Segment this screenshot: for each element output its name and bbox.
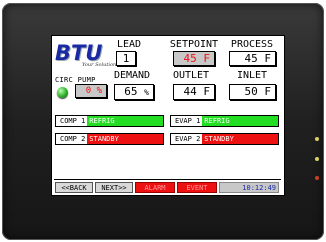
logo-tagline: Your Solution	[82, 62, 117, 68]
green-indicator-light-icon	[57, 87, 68, 98]
process-field: 45 F	[229, 51, 276, 66]
run-led-icon	[315, 137, 319, 141]
comp-2-state: STANDBY	[87, 134, 163, 144]
lead-label: LEAD	[116, 39, 142, 50]
outlet-unit: F	[203, 85, 210, 98]
demand-value: 65	[124, 85, 138, 98]
divider	[54, 179, 281, 180]
comp-1-status: COMP 1 REFRIG	[55, 115, 164, 127]
setpoint-value: 45	[183, 52, 197, 65]
event-button[interactable]: EVENT	[177, 182, 217, 193]
circ-pump-field[interactable]: 0 %	[75, 84, 107, 98]
outlet-field: 44 F	[173, 84, 215, 100]
bottom-nav: <<BACK NEXT>> ALARM EVENT 10:12:49	[55, 182, 281, 193]
comp-2-name: COMP 2	[56, 134, 88, 144]
next-button[interactable]: NEXT>>	[95, 182, 133, 193]
lead-value-text: 1	[122, 52, 130, 65]
logo-text: BTU	[55, 41, 103, 65]
process-value: 45	[244, 52, 258, 65]
alarm-button[interactable]: ALARM	[135, 182, 175, 193]
status-led-icon	[315, 157, 319, 161]
pump-value: 0	[85, 86, 92, 96]
demand-field: 65 %	[114, 84, 154, 100]
hmi-screen: BTU Your Solution LEAD 1 SETPOINT 45 F P…	[51, 35, 285, 196]
comp-1-state: REFRIG	[87, 116, 163, 126]
comm-led-icon	[315, 176, 319, 180]
demand-label: DEMAND	[113, 70, 151, 81]
comp-2-status: COMP 2 STANDBY	[55, 133, 164, 145]
evap-2-status: EVAP 2 STANDBY	[170, 133, 279, 145]
evap-2-name: EVAP 2	[171, 134, 203, 144]
inlet-unit: F	[264, 85, 271, 98]
demand-unit: %	[144, 88, 149, 97]
lead-value[interactable]: 1	[116, 51, 136, 66]
inlet-field: 50 F	[229, 84, 276, 100]
process-label: PROCESS	[230, 39, 274, 50]
setpoint-field[interactable]: 45 F	[173, 51, 215, 66]
inlet-label: INLET	[236, 70, 268, 81]
btu-logo: BTU Your Solution	[55, 41, 116, 72]
clock-display: 10:12:49	[219, 182, 279, 193]
outlet-value: 44	[183, 85, 197, 98]
back-button[interactable]: <<BACK	[55, 182, 93, 193]
evap-1-state: REFRIG	[202, 116, 278, 126]
evap-1-status: EVAP 1 REFRIG	[170, 115, 279, 127]
evap-2-state: STANDBY	[202, 134, 278, 144]
pump-unit: %	[96, 86, 102, 96]
circ-pump-label: CIRC PUMP	[55, 76, 96, 84]
outlet-label: OUTLET	[172, 70, 210, 81]
setpoint-label: SETPOINT	[169, 39, 219, 50]
inlet-value: 50	[244, 85, 258, 98]
evap-1-name: EVAP 1	[171, 116, 203, 126]
process-unit: F	[264, 52, 271, 65]
setpoint-unit: F	[203, 52, 210, 65]
comp-1-name: COMP 1	[56, 116, 88, 126]
